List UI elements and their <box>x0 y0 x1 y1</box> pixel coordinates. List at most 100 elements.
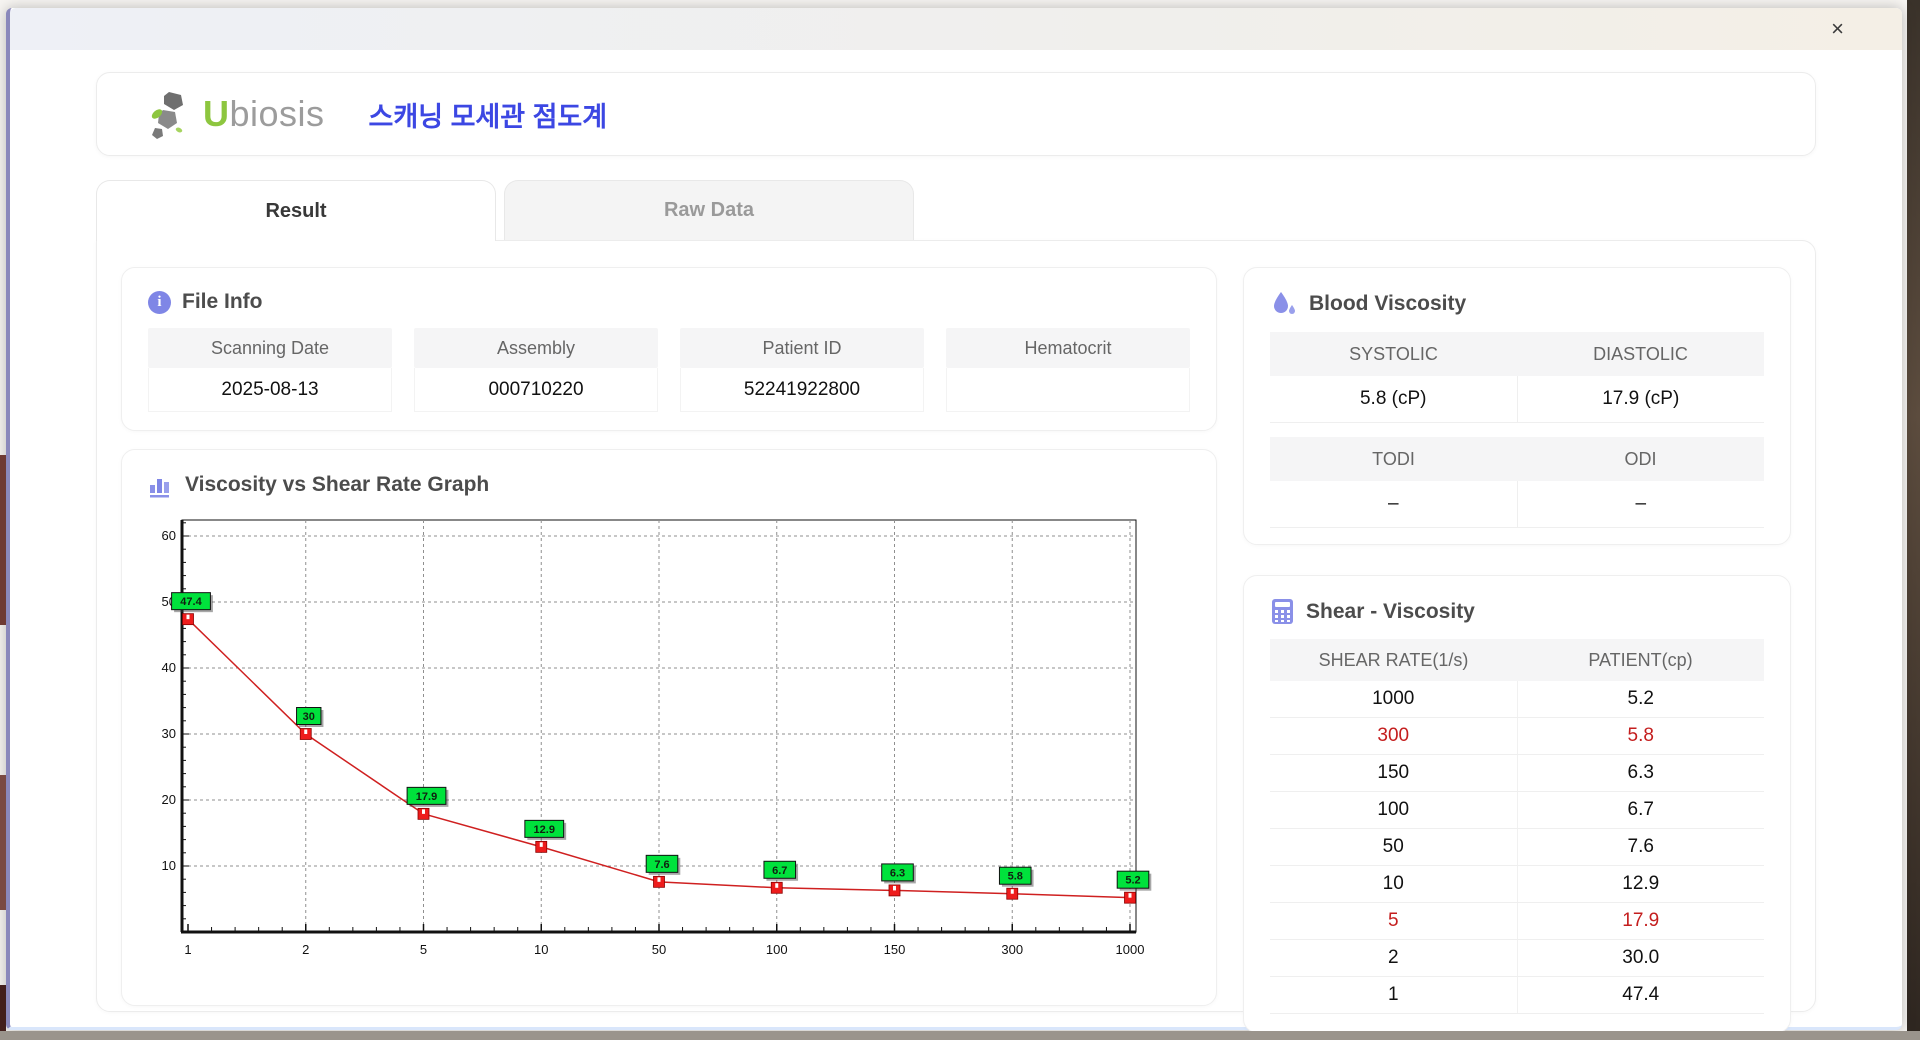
field-label: Hematocrit <box>946 328 1190 368</box>
bv-header-cell: ODI <box>1517 437 1764 481</box>
svg-text:5: 5 <box>420 942 427 957</box>
svg-text:5.2: 5.2 <box>1125 875 1140 887</box>
graph-title: Viscosity vs Shear Rate Graph <box>185 473 490 496</box>
app-window: × Ubiosis 스캐닝 모세관 점도계 Result Raw Data i … <box>6 8 1902 1033</box>
title-bar: × <box>10 8 1902 50</box>
info-icon: i <box>148 290 171 314</box>
field-value: 2025-08-13 <box>148 368 392 412</box>
svg-text:40: 40 <box>162 660 176 675</box>
svg-text:150: 150 <box>884 942 906 957</box>
app-subtitle-korean: 스캐닝 모세관 점도계 <box>368 101 608 132</box>
bv-value-cell: – <box>1270 481 1518 528</box>
table-row: 1 47.4 <box>1270 977 1764 1014</box>
svg-text:60: 60 <box>162 528 176 543</box>
tab-raw-data[interactable]: Raw Data <box>504 180 914 240</box>
shear-rate-cell: 1 <box>1270 977 1518 1013</box>
table-row: 5 17.9 <box>1270 903 1764 940</box>
svg-text:6.7: 6.7 <box>772 865 787 877</box>
svg-text:47.4: 47.4 <box>180 596 202 608</box>
shear-rate-cell: 1000 <box>1270 681 1518 717</box>
svg-text:2: 2 <box>302 942 309 957</box>
field-label: Patient ID <box>680 328 924 368</box>
patient-viscosity-cell: 30.0 <box>1622 947 1660 968</box>
shear-rate-cell: 300 <box>1270 718 1518 754</box>
patient-viscosity-cell: 12.9 <box>1622 873 1660 894</box>
shear-rate-cell: 10 <box>1270 866 1518 902</box>
patient-viscosity-cell: 6.3 <box>1627 762 1654 783</box>
table-row: 150 6.3 <box>1270 755 1764 792</box>
shear-viscosity-card: Shear - Viscosity SHEAR RATE(1/s) PATIEN… <box>1243 575 1791 1033</box>
bv-header-cell: TODI <box>1270 437 1517 481</box>
desktop-edge-right <box>1907 0 1920 1040</box>
shear-rate-cell: 5 <box>1270 903 1518 939</box>
patient-viscosity-cell: 6.7 <box>1627 799 1654 820</box>
shear-table-header: SHEAR RATE(1/s) PATIENT(cp) <box>1270 639 1764 681</box>
shear-viscosity-title: Shear - Viscosity <box>1306 599 1475 623</box>
close-icon[interactable]: × <box>1825 16 1850 42</box>
ubiosis-leaf-icon <box>151 92 183 139</box>
tab-result[interactable]: Result <box>96 180 496 241</box>
field-value: 52241922800 <box>680 368 924 412</box>
shear-col-header: SHEAR RATE(1/s) <box>1318 649 1469 670</box>
patient-viscosity-cell: 7.6 <box>1627 836 1654 857</box>
shear-table-body: 1000 5.2 300 5.8 150 6.3 100 6.7 50 7.6 10 12.9 5 17.… <box>1270 681 1764 1014</box>
blood-viscosity-group: TODI ODI – – <box>1270 437 1764 528</box>
svg-text:30: 30 <box>303 711 315 723</box>
desktop-edge-bottom <box>0 1031 1920 1040</box>
svg-text:6.3: 6.3 <box>890 867 905 879</box>
file-info-title: File Info <box>182 290 263 313</box>
blood-viscosity-table: SYSTOLIC DIASTOLIC 5.8 (cP) 17.9 (cP) TODI OD… <box>1270 332 1764 528</box>
file-info-field: Hematocrit <box>946 328 1190 412</box>
result-panel: i File Info Scanning Date 2025-08-13 Assem… <box>96 240 1816 1033</box>
file-info-card: i File Info Scanning Date 2025-08-13 Assem… <box>121 267 1217 431</box>
shear-rate-cell: 50 <box>1270 829 1518 865</box>
bv-value-cell: – <box>1517 481 1764 528</box>
patient-viscosity-cell: 5.8 <box>1627 725 1654 746</box>
shear-rate-cell: 100 <box>1270 792 1518 828</box>
table-row: 100 6.7 <box>1270 792 1764 829</box>
blood-viscosity-title: Blood Viscosity <box>1309 292 1467 315</box>
logo-word-rest: biosis <box>229 93 325 134</box>
table-row: 1000 5.2 <box>1270 681 1764 718</box>
patient-viscosity-cell: 17.9 <box>1622 910 1660 931</box>
bv-value-cell: 5.8 (cP) <box>1270 376 1518 423</box>
bar-chart-icon <box>150 479 169 498</box>
svg-text:7.6: 7.6 <box>654 859 669 871</box>
table-row: 2 30.0 <box>1270 940 1764 977</box>
svg-text:300: 300 <box>1001 942 1023 957</box>
table-row: 50 7.6 <box>1270 829 1764 866</box>
svg-text:1000: 1000 <box>1116 942 1145 957</box>
viscosity-chart: 10 20 30 40 50 60 1 2 5 10 50 100 150 300 1000 47.4 30 17… <box>148 512 1190 987</box>
patient-viscosity-cell: 47.4 <box>1622 984 1660 1005</box>
desktop-sliver <box>0 455 6 625</box>
svg-text:1: 1 <box>184 942 191 957</box>
bv-value-cell: 17.9 (cP) <box>1517 376 1764 423</box>
bv-header-cell: SYSTOLIC <box>1270 332 1517 376</box>
svg-text:50: 50 <box>652 942 666 957</box>
field-value <box>946 368 1190 412</box>
file-info-field: Patient ID 52241922800 <box>680 328 924 412</box>
svg-text:30: 30 <box>162 726 176 741</box>
svg-text:17.9: 17.9 <box>416 791 437 803</box>
graph-card: Viscosity vs Shear Rate Graph 10 20 30 40 50… <box>121 449 1217 1006</box>
ubiosis-logo: Ubiosis <box>149 88 325 140</box>
file-info-fields: Scanning Date 2025-08-13 Assembly 000710220… <box>148 328 1190 412</box>
svg-text:20: 20 <box>162 792 176 807</box>
logo-letter-u: U <box>203 93 230 134</box>
desktop-sliver <box>0 775 6 910</box>
tab-bar: Result Raw Data <box>96 180 1816 241</box>
field-label: Scanning Date <box>148 328 392 368</box>
patient-viscosity-cell: 5.2 <box>1627 688 1654 709</box>
shear-rate-cell: 2 <box>1270 940 1518 976</box>
file-info-field: Scanning Date 2025-08-13 <box>148 328 392 412</box>
table-row: 10 12.9 <box>1270 866 1764 903</box>
patient-col-header: PATIENT(cp) <box>1588 649 1693 670</box>
field-value: 000710220 <box>414 368 658 412</box>
blood-viscosity-card: Blood Viscosity SYSTOLIC DIASTOLIC 5.8 (cP… <box>1243 267 1791 545</box>
bv-header-cell: DIASTOLIC <box>1517 332 1764 376</box>
shear-rate-cell: 150 <box>1270 755 1518 791</box>
svg-text:100: 100 <box>766 942 788 957</box>
svg-text:10: 10 <box>162 858 176 873</box>
svg-text:10: 10 <box>534 942 548 957</box>
svg-text:5.8: 5.8 <box>1008 871 1023 883</box>
